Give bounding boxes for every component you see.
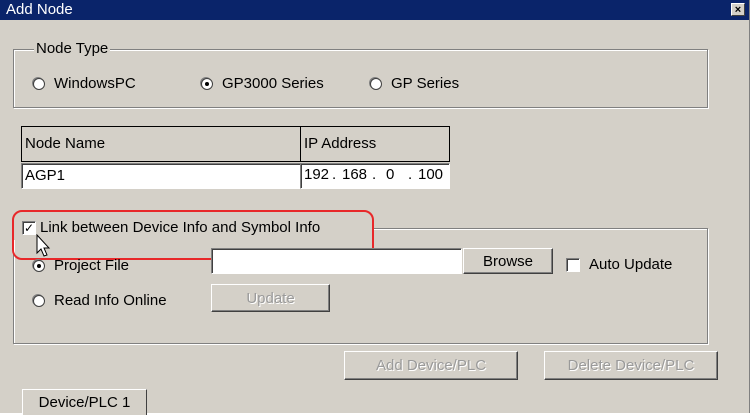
radio-gp-series-label: GP Series <box>391 75 460 92</box>
close-icon[interactable]: × <box>731 3 745 16</box>
ip-address-input[interactable]: 192 . 168 . 0 . 100 <box>300 163 450 189</box>
auto-update-label[interactable]: Auto Update <box>589 256 672 273</box>
auto-update-checkbox[interactable] <box>566 258 580 272</box>
radio-gp-series-dot[interactable] <box>370 77 382 90</box>
radio-project-file[interactable]: Project File <box>33 257 129 274</box>
ip-octet-4[interactable]: 100 <box>418 164 448 188</box>
title-bar: Add Node × <box>0 0 749 20</box>
radio-windowspc[interactable]: WindowsPC <box>33 75 136 92</box>
browse-button[interactable]: Browse <box>463 248 553 274</box>
node-name-header: Node Name <box>21 126 301 162</box>
radio-project-file-label: Project File <box>54 257 130 274</box>
add-node-dialog: Add Node × Node Type WindowsPC GP3000 Se… <box>0 0 750 415</box>
radio-windowspc-dot[interactable] <box>33 77 45 90</box>
ip-address-header: IP Address <box>300 126 450 162</box>
ip-dot-3: . <box>408 166 413 183</box>
ip-dot-2: . <box>372 166 377 183</box>
window-title: Add Node <box>6 1 73 18</box>
delete-device-plc-button[interactable]: Delete Device/PLC <box>544 351 718 380</box>
mouse-pointer-icon <box>36 234 51 257</box>
node-name-input[interactable]: AGP1 <box>21 163 301 189</box>
radio-gp3000-series[interactable]: GP3000 Series <box>201 75 324 92</box>
tab-device-plc-1[interactable]: Device/PLC 1 <box>22 389 147 415</box>
add-device-plc-button[interactable]: Add Device/PLC <box>344 351 518 380</box>
update-button[interactable]: Update <box>211 284 330 312</box>
radio-read-info-online-label: Read Info Online <box>54 292 167 309</box>
radio-gp3000-series-label: GP3000 Series <box>222 75 324 92</box>
node-type-legend: Node Type <box>34 40 111 57</box>
radio-read-info-online-dot[interactable] <box>33 294 45 307</box>
radio-read-info-online[interactable]: Read Info Online <box>33 292 167 309</box>
ip-octet-2[interactable]: 168 <box>342 164 372 188</box>
radio-project-file-dot[interactable] <box>33 259 45 272</box>
ip-dot-1: . <box>332 166 337 183</box>
radio-gp3000-series-dot[interactable] <box>201 77 213 90</box>
ip-octet-1[interactable]: 192 <box>304 164 332 188</box>
project-file-input[interactable] <box>211 248 462 274</box>
radio-gp-series[interactable]: GP Series <box>370 75 459 92</box>
ip-octet-3[interactable]: 0 <box>386 164 408 188</box>
radio-windowspc-label: WindowsPC <box>54 75 136 92</box>
